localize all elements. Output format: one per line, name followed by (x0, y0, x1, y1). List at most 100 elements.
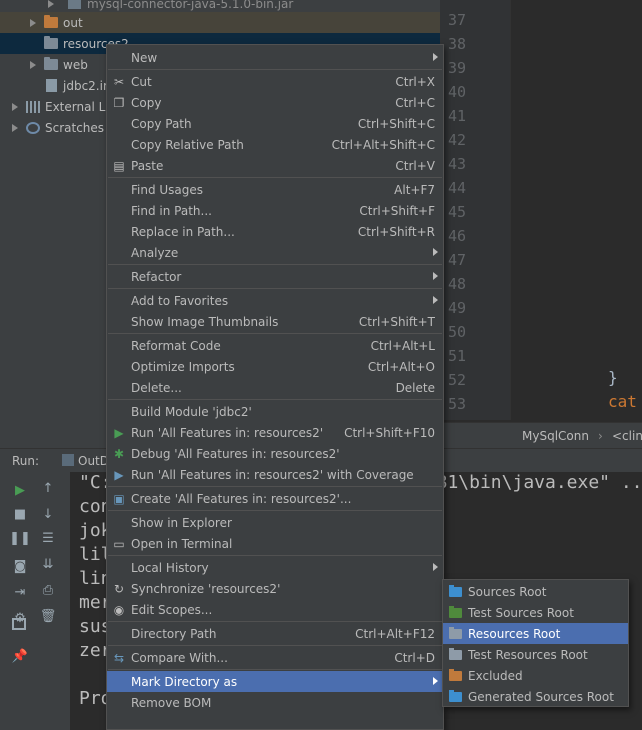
camera-icon[interactable]: ◙ (12, 558, 28, 574)
soft-wrap-icon[interactable]: ☰ (40, 530, 56, 546)
code-editor[interactable]: } cat (510, 0, 642, 420)
menu-item-label: Analyze (131, 245, 179, 260)
menu-item-label: Show in Explorer (131, 515, 232, 530)
expand-arrow-icon[interactable] (28, 60, 38, 70)
down-arrow-icon[interactable]: ↓ (40, 506, 56, 522)
menu-item-find-usages[interactable]: Find Usages Alt+F7 (107, 179, 443, 200)
expand-arrow-icon[interactable] (10, 123, 20, 133)
submenu-item-test-sources-root[interactable]: Test Sources Root (443, 602, 628, 623)
line-number: 38 (447, 35, 466, 53)
menu-item-label: Add to Favorites (131, 293, 229, 308)
submenu-arrow-icon (433, 248, 438, 256)
menu-item-copy-relative-path[interactable]: Copy Relative Path Ctrl+Alt+Shift+C (107, 134, 443, 155)
line-number: 49 (447, 299, 466, 317)
menu-item-shortcut: Ctrl+Alt+Shift+C (331, 137, 435, 152)
menu-separator (108, 669, 442, 670)
expand-arrow-icon[interactable] (28, 18, 38, 28)
breadcrumb-class[interactable]: MySqlConn (522, 429, 589, 443)
menu-item-debug-all-features-in-resources2[interactable]: ✱ Debug 'All Features in: resources2' (107, 443, 443, 464)
submenu-item-label: Excluded (468, 668, 523, 683)
menu-item-paste[interactable]: ▤ Paste Ctrl+V (107, 155, 443, 176)
line-number: 39 (447, 59, 466, 77)
menu-item-shortcut: Ctrl+Alt+L (370, 338, 435, 353)
menu-item-add-to-favorites[interactable]: Add to Favorites (107, 290, 443, 311)
menu-item-mark-directory-as[interactable]: Mark Directory as (107, 671, 443, 692)
menu-item-compare-with[interactable]: ⇆ Compare With... Ctrl+D (107, 647, 443, 668)
compare-icon: ⇆ (113, 651, 125, 665)
menu-item-label: Find Usages (131, 182, 204, 197)
copy-icon: ❐ (113, 96, 125, 110)
folder-icon (44, 57, 58, 70)
up-arrow-icon[interactable]: ↑ (40, 480, 56, 496)
submenu-item-resources-root[interactable]: Resources Root (443, 623, 628, 644)
folder-icon (449, 690, 462, 702)
line-number: 42 (447, 131, 466, 149)
menu-item-directory-path[interactable]: Directory Path Ctrl+Alt+F12 (107, 623, 443, 644)
menu-item-copy-path[interactable]: Copy Path Ctrl+Shift+C (107, 113, 443, 134)
exit-icon[interactable]: ⇥ (12, 584, 28, 600)
submenu-item-sources-root[interactable]: Sources Root (443, 581, 628, 602)
folder-icon (449, 606, 462, 618)
menu-item-label: Remove BOM (131, 695, 212, 710)
menu-item-remove-bom[interactable]: Remove BOM (107, 692, 443, 713)
submenu-arrow-icon (433, 677, 438, 685)
menu-item-label: Paste (131, 158, 164, 173)
menu-item-local-history[interactable]: Local History (107, 557, 443, 578)
menu-item-optimize-imports[interactable]: Optimize Imports Ctrl+Alt+O (107, 356, 443, 377)
menu-item-shortcut: Ctrl+Shift+R (357, 224, 435, 239)
menu-item-label: Copy (131, 95, 162, 110)
line-number: 45 (447, 203, 466, 221)
menu-item-show-in-explorer[interactable]: Show in Explorer (107, 512, 443, 533)
folder-icon (449, 669, 462, 681)
menu-item-label: Delete... (131, 380, 182, 395)
tree-item-out[interactable]: out (0, 12, 440, 33)
menu-separator (108, 399, 442, 400)
menu-item-label: Compare With... (131, 650, 228, 665)
menu-item-shortcut: Alt+F7 (394, 182, 435, 197)
menu-item-delete[interactable]: Delete... Delete (107, 377, 443, 398)
line-number: 48 (447, 275, 466, 293)
line-number: 40 (447, 83, 466, 101)
stop-icon[interactable]: ■ (12, 506, 28, 522)
menu-separator (108, 510, 442, 511)
menu-item-replace-in-path[interactable]: Replace in Path... Ctrl+Shift+R (107, 221, 443, 242)
menu-item-refactor[interactable]: Refactor (107, 266, 443, 287)
menu-item-shortcut: Ctrl+Alt+O (367, 359, 435, 374)
submenu-item-test-resources-root[interactable]: Test Resources Root (443, 644, 628, 665)
menu-item-cut[interactable]: ✂ Cut Ctrl+X (107, 71, 443, 92)
scroll-end-icon[interactable]: ⇊ (40, 556, 56, 572)
breadcrumb-member[interactable]: <clini (612, 429, 642, 443)
print-icon[interactable]: ⎙ (40, 582, 56, 598)
menu-item-label: Replace in Path... (131, 224, 235, 239)
menu-item-find-in-path[interactable]: Find in Path... Ctrl+Shift+F (107, 200, 443, 221)
menu-item-run-all-features-in-resources2[interactable]: ▶ Run 'All Features in: resources2' Ctrl+S… (107, 422, 443, 443)
menu-item-run-all-features-in-resources2-with-coverage[interactable]: ▶ Run 'All Features in: resources2' with … (107, 464, 443, 485)
submenu-item-label: Sources Root (468, 584, 547, 599)
menu-item-copy[interactable]: ❐ Copy Ctrl+C (107, 92, 443, 113)
trash-icon[interactable]: 🗑 (40, 608, 57, 624)
menu-item-edit-scopes[interactable]: ◉ Edit Scopes... (107, 599, 443, 620)
menu-item-show-image-thumbnails[interactable]: Show Image Thumbnails Ctrl+Shift+T (107, 311, 443, 332)
menu-item-new[interactable]: New (107, 47, 443, 68)
menu-item-reformat-code[interactable]: Reformat Code Ctrl+Alt+L (107, 335, 443, 356)
folder-icon (44, 15, 58, 28)
pause-icon[interactable]: ❚❚ (9, 530, 31, 546)
menu-item-label: Refactor (131, 269, 182, 284)
rerun-icon[interactable]: ▶ (12, 482, 28, 498)
menu-item-create-all-features-in-resources2[interactable]: ▣ Create 'All Features in: resources2'... (107, 488, 443, 509)
expand-arrow-icon[interactable] (10, 102, 20, 112)
submenu-item-excluded[interactable]: Excluded (443, 665, 628, 686)
menu-item-shortcut: Ctrl+Shift+F (359, 203, 435, 218)
menu-item-build-module-jdbc2[interactable]: Build Module 'jdbc2' (107, 401, 443, 422)
layout-icon[interactable] (12, 618, 26, 630)
pin-icon[interactable]: 📌 (12, 648, 28, 664)
menu-item-open-in-terminal[interactable]: ▭ Open in Terminal (107, 533, 443, 554)
menu-separator (108, 621, 442, 622)
menu-item-label: Show Image Thumbnails (131, 314, 279, 329)
submenu-item-generated-sources-root[interactable]: Generated Sources Root (443, 686, 628, 707)
menu-item-analyze[interactable]: Analyze (107, 242, 443, 263)
run-tab[interactable]: OutD (78, 454, 109, 468)
menu-item-synchronize-resources2[interactable]: ↻ Synchronize 'resources2' (107, 578, 443, 599)
editor-breadcrumb: MySqlConn › <clini (440, 422, 642, 448)
expand-arrow-icon[interactable] (46, 0, 56, 9)
